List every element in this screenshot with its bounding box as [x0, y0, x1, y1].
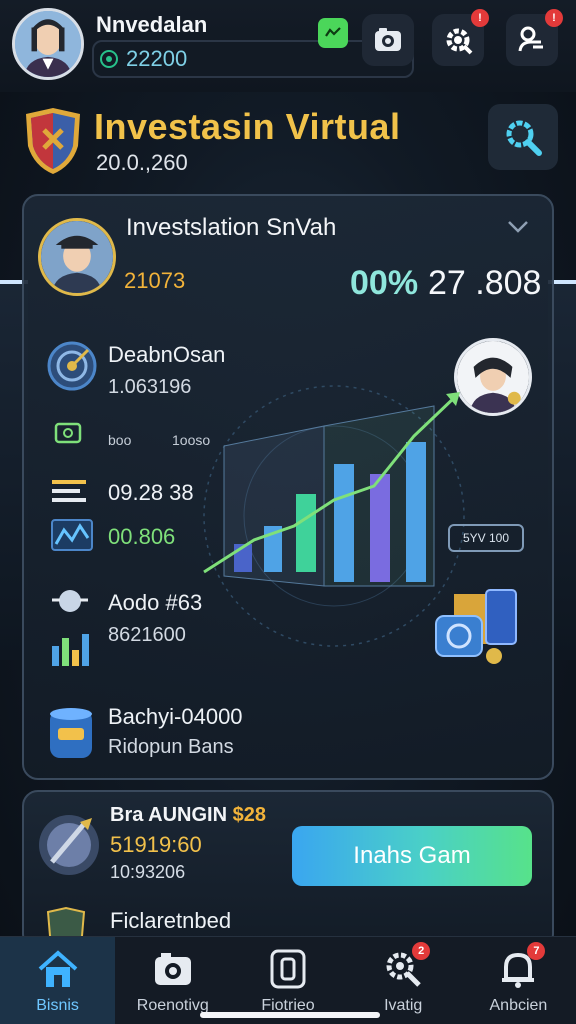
- metric-2-label: boo: [108, 432, 132, 448]
- bell-icon: 7: [496, 942, 546, 991]
- treasure-icon: [435, 589, 517, 664]
- balance-value: 22200: [126, 46, 188, 71]
- camera-icon: [375, 28, 401, 51]
- info-chip: 5YV 100: [448, 524, 524, 552]
- search-icon: [506, 120, 542, 156]
- user-name: Nnvedalan: [96, 12, 208, 37]
- chevron-down-icon[interactable]: [506, 216, 530, 236]
- database-icon: [50, 708, 92, 758]
- bulb-icon: [52, 590, 88, 612]
- home-icon: [36, 947, 80, 991]
- investment-card: Investslation SnVah 21073 00% 27 .808 De…: [22, 194, 554, 780]
- nav-label: Bisnis: [36, 997, 79, 1014]
- metric-3-value: 09.28 38: [108, 480, 194, 505]
- nav-item-roenotivg[interactable]: Roenotivg: [115, 937, 230, 1024]
- document-icon: [266, 947, 310, 991]
- metric-1-value: 1.063196: [108, 376, 192, 398]
- metric-6-label: Bachyi-04000: [108, 704, 243, 729]
- nav-item-fiotrieo[interactable]: Fiotrieo: [230, 937, 345, 1024]
- search-button[interactable]: [488, 104, 558, 170]
- promo-title-text: Bra AUNGIN: [110, 804, 228, 826]
- settings-button[interactable]: !: [432, 9, 489, 66]
- card-avatar: [38, 218, 116, 296]
- card-percent: 00%: [350, 264, 419, 302]
- metric-6-value: Ridopun Bans: [108, 736, 234, 758]
- bottom-nav: Bisnis Roenotivg Fiotrieo 2 Ivatig 7 Anb…: [0, 936, 576, 1024]
- user-avatar[interactable]: [12, 8, 84, 80]
- promo-footer-text: Ficlaretnbed: [110, 908, 232, 933]
- list-icon: [52, 480, 86, 502]
- profile-button[interactable]: !: [506, 9, 563, 66]
- card-left-value: 21073: [124, 268, 186, 293]
- metric-1-label: DeabnOsan: [108, 342, 226, 367]
- promo-value-2: 10:93206: [110, 862, 186, 882]
- app-header: Nnvedalan 22200 ! !: [0, 0, 576, 92]
- settings-badge: !: [471, 9, 489, 27]
- card-right-value: 27 .808: [428, 264, 542, 302]
- nav-item-bisnis[interactable]: Bisnis: [0, 937, 116, 1024]
- nav-label: Anbcien: [489, 997, 548, 1014]
- invest-cta-button[interactable]: Inahs Gam: [292, 826, 532, 886]
- settings-icon: [446, 28, 473, 55]
- camera-icon: [151, 947, 195, 991]
- nav-label: Roenotivg: [136, 997, 209, 1014]
- wallet-icon: [54, 422, 82, 444]
- nav-item-anbcien[interactable]: 7 Anbcien: [461, 937, 576, 1024]
- profile-icon: [518, 26, 543, 52]
- page-subtitle: 20.0.,260: [96, 150, 188, 175]
- nav-item-ivatig[interactable]: 2 Ivatig: [346, 937, 461, 1024]
- page-title: Investasin Virtual: [94, 106, 401, 147]
- shield-logo-icon: [26, 108, 80, 174]
- profile-badge: !: [545, 9, 563, 27]
- search-icon: 2: [381, 942, 431, 991]
- bar-chart-icon: [52, 634, 89, 666]
- promo-value-1: 51919:60: [110, 832, 202, 857]
- metric-4-value: 00.806: [108, 524, 176, 549]
- promo-card: Bra AUNGIN $28 51919:60 10:93206 Inahs G…: [22, 790, 554, 950]
- camera-button[interactable]: [362, 14, 414, 66]
- nav-label: Ivatig: [384, 997, 423, 1014]
- target-icon: [47, 341, 97, 391]
- home-indicator[interactable]: [200, 1012, 380, 1018]
- nav-badge: 7: [527, 942, 546, 960]
- coin-icon: [100, 50, 118, 68]
- chat-button[interactable]: [318, 18, 348, 48]
- growth-chart-icon: [51, 519, 93, 551]
- card-title: Investslation SnVah: [126, 214, 337, 241]
- promo-title-highlight: $28: [232, 804, 266, 826]
- nav-badge: 2: [412, 942, 431, 960]
- promo-title: Bra AUNGIN $28: [110, 804, 266, 827]
- metric-5-value: 8621600: [108, 624, 186, 646]
- rocket-icon: [39, 815, 99, 875]
- chat-icon: [325, 27, 341, 37]
